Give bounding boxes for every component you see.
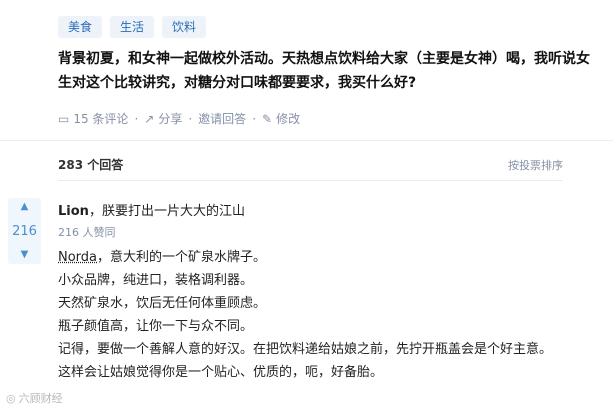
- share-label: 分享: [158, 112, 183, 126]
- author-name[interactable]: Lion: [58, 204, 89, 219]
- weibo-logo-icon: ◎: [6, 391, 16, 405]
- answer-author: Lion，朕要打出一片大大的江山: [58, 200, 245, 219]
- comments-button[interactable]: ▭ 15 条评论: [58, 110, 128, 127]
- answer-line: 瓶子颜值高，让你一下与众不同。: [58, 319, 254, 334]
- divider: [58, 180, 563, 181]
- answer-line: Norda，意大利的一个矿泉水牌子。: [58, 250, 267, 265]
- edit-label: 修改: [276, 112, 301, 126]
- tag-life[interactable]: 生活: [110, 16, 155, 38]
- share-icon: ↗: [144, 111, 155, 126]
- author-bio: ，朕要打出一片大大的江山: [88, 204, 245, 219]
- divider: [0, 140, 613, 141]
- invite-button[interactable]: 邀请回答: [198, 110, 246, 127]
- separator-dot: ·: [188, 111, 193, 126]
- sort-toggle[interactable]: 按投票排序: [508, 157, 563, 173]
- vote-count: 216: [12, 223, 37, 239]
- watermark: ◎ 六顾财经: [6, 390, 63, 406]
- answer-line: 记得，要做一个善解人意的好汉。在把饮料递给姑娘之前，先拧开瓶盖会是个好主意。: [58, 342, 553, 357]
- comments-label: 15 条评论: [73, 112, 129, 126]
- comment-icon: ▭: [58, 111, 70, 126]
- agree-count[interactable]: 216 人赞同: [58, 224, 116, 240]
- answer-line: 这样会让姑娘觉得你是一个贴心、优质的，呃，好备胎。: [58, 365, 384, 380]
- answers-header: 283 个回答 按投票排序: [58, 156, 563, 173]
- question-title: 背景初夏，和女神一起做校外活动。天热想点饮料给大家（主要是女神）喝，我听说女生对…: [58, 51, 590, 91]
- answer-line: 天然矿泉水，饮后无任何体重顾虑。: [58, 296, 267, 311]
- separator-dot: ·: [134, 111, 139, 126]
- edit-button[interactable]: ✎ 修改: [262, 110, 300, 127]
- pencil-icon: ✎: [262, 111, 273, 126]
- downvote-icon[interactable]: ▼: [21, 250, 29, 260]
- watermark-text: 六顾财经: [18, 392, 63, 405]
- answer-body: Norda，意大利的一个矿泉水牌子。 小众品牌，纯进口，装格调利器。 天然矿泉水…: [58, 246, 606, 384]
- separator-dot: ·: [252, 111, 257, 126]
- invite-label: 邀请回答: [198, 112, 247, 126]
- question-actions: ▭ 15 条评论 · ↗ 分享 · 邀请回答 · ✎ 修改: [58, 110, 300, 127]
- topic-tags: 美食 生活 饮料: [58, 16, 207, 38]
- tag-food[interactable]: 美食: [58, 16, 103, 38]
- answer-count: 283 个回答: [58, 158, 124, 172]
- answer-line: 小众品牌，纯进口，装格调利器。: [58, 273, 254, 288]
- upvote-icon[interactable]: ▲: [21, 202, 29, 212]
- brand-link[interactable]: Norda: [58, 250, 97, 265]
- vote-box: ▲ 216 ▼: [8, 198, 41, 264]
- share-button[interactable]: ↗ 分享: [144, 110, 182, 127]
- tag-drinks[interactable]: 饮料: [162, 16, 207, 38]
